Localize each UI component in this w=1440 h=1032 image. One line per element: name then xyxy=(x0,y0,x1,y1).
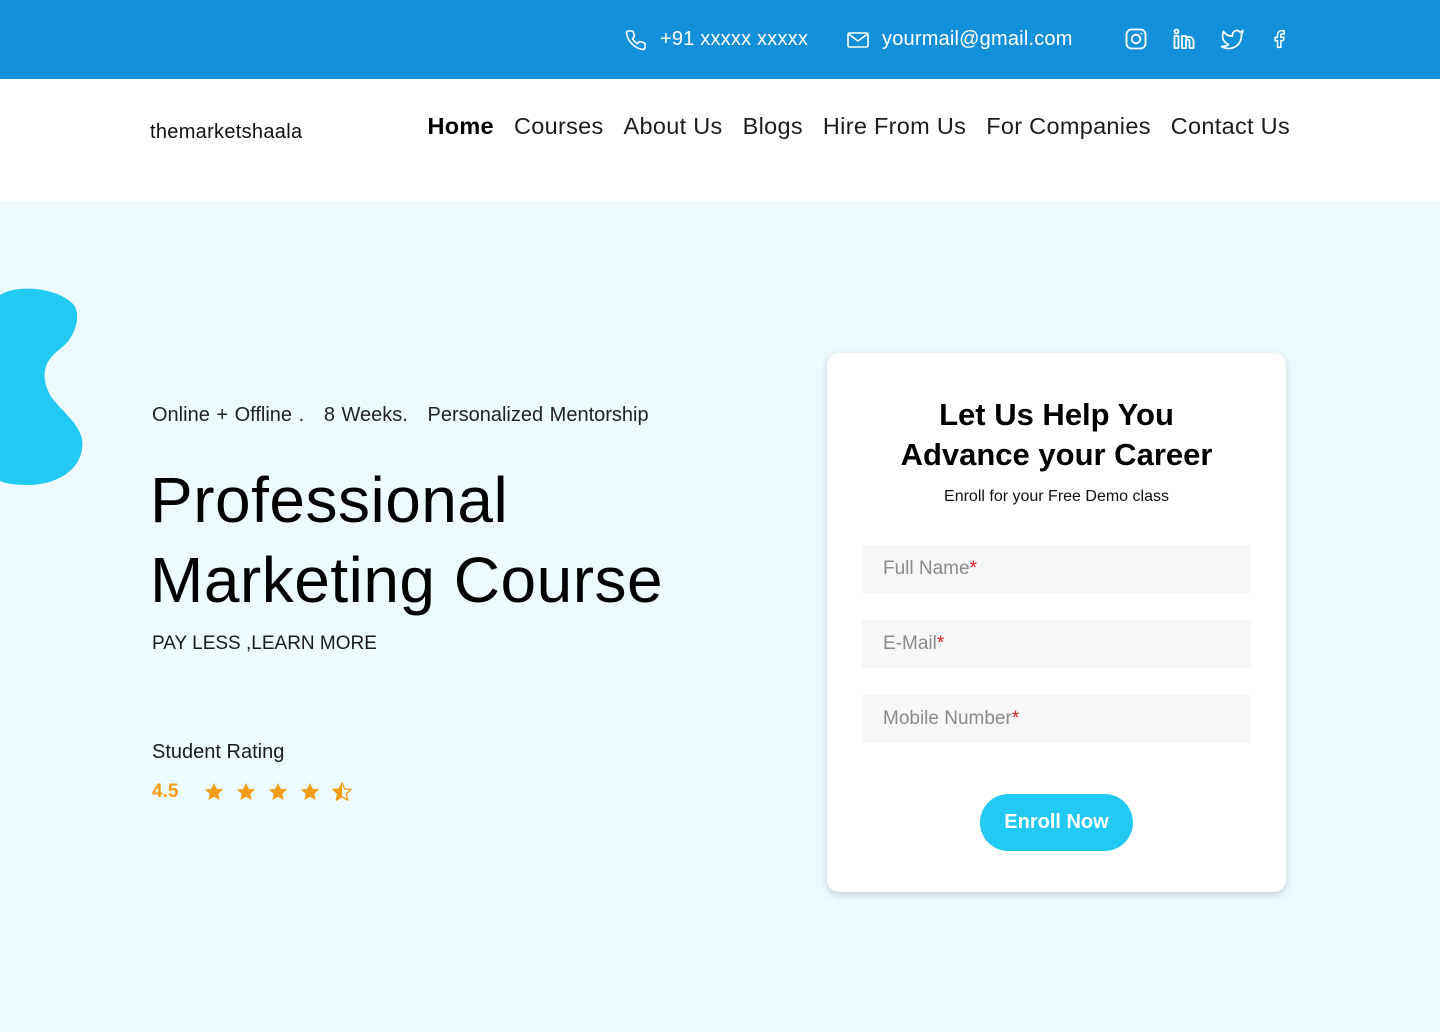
nav-item-courses[interactable]: Courses xyxy=(514,113,604,140)
nav-menu: Home Courses About Us Blogs Hire From Us… xyxy=(427,113,1290,140)
form-title: Let Us Help You Advance your Career xyxy=(827,395,1286,475)
hero-title-line2: Marketing Course xyxy=(150,544,664,616)
rating-value: 4.5 xyxy=(152,781,179,802)
course-tagline: Online + Offline . 8 Weeks. Personalized… xyxy=(152,404,649,426)
star-full-icon xyxy=(236,782,256,801)
mobile-number-field[interactable]: Mobile Number * xyxy=(862,695,1251,743)
phone-link[interactable]: +91 xxxxx xxxxx xyxy=(624,0,808,79)
star-full-icon xyxy=(300,782,320,801)
rating-stars xyxy=(203,781,353,803)
email-address: yourmail@gmail.com xyxy=(882,28,1073,50)
hero-subtitle: PAY LESS ,LEARN MORE xyxy=(152,633,377,654)
enroll-now-button[interactable]: Enroll Now xyxy=(980,794,1133,851)
facebook-icon[interactable] xyxy=(1267,26,1293,52)
required-mark: * xyxy=(936,633,945,654)
nav-item-hire-from-us[interactable]: Hire From Us xyxy=(823,113,966,140)
star-half-icon xyxy=(332,782,352,801)
rating-label: Student Rating xyxy=(152,741,285,763)
site-logo[interactable]: themarketshaala xyxy=(150,121,302,144)
form-title-line2: Advance your Career xyxy=(900,437,1213,472)
hero-title: Professional Marketing Course xyxy=(150,460,663,620)
mobile-placeholder: Mobile Number xyxy=(883,708,1012,729)
top-contact-bar: +91 xxxxx xxxxx yourmail@gmail.com xyxy=(0,0,1440,79)
twitter-icon[interactable] xyxy=(1219,26,1245,52)
main-navbar: themarketshaala Home Courses About Us Bl… xyxy=(0,79,1440,201)
email-placeholder: E-Mail xyxy=(883,633,937,654)
form-subtitle: Enroll for your Free Demo class xyxy=(944,488,1169,505)
enroll-form-card: Let Us Help You Advance your Career Enro… xyxy=(827,353,1286,892)
decorative-blob xyxy=(0,288,83,485)
email-link[interactable]: yourmail@gmail.com xyxy=(846,0,1073,79)
hero-title-line1: Professional xyxy=(150,464,509,536)
email-field[interactable]: E-Mail * xyxy=(862,620,1251,668)
form-title-line1: Let Us Help You xyxy=(939,397,1174,432)
phone-number: +91 xxxxx xxxxx xyxy=(660,28,809,50)
linkedin-icon[interactable] xyxy=(1171,26,1197,52)
mail-icon xyxy=(847,31,869,48)
required-mark: * xyxy=(969,558,977,579)
star-full-icon xyxy=(268,782,288,801)
full-name-field[interactable]: Full Name * xyxy=(862,545,1251,593)
nav-item-contact-us[interactable]: Contact Us xyxy=(1171,113,1290,140)
full-name-placeholder: Full Name xyxy=(883,558,970,579)
nav-item-blogs[interactable]: Blogs xyxy=(743,113,803,140)
nav-item-about-us[interactable]: About Us xyxy=(624,113,723,140)
required-mark: * xyxy=(1011,708,1020,729)
star-full-icon xyxy=(204,782,224,801)
instagram-icon[interactable] xyxy=(1123,26,1149,52)
nav-item-for-companies[interactable]: For Companies xyxy=(986,113,1151,140)
nav-item-home[interactable]: Home xyxy=(427,113,494,140)
phone-icon xyxy=(625,29,646,50)
